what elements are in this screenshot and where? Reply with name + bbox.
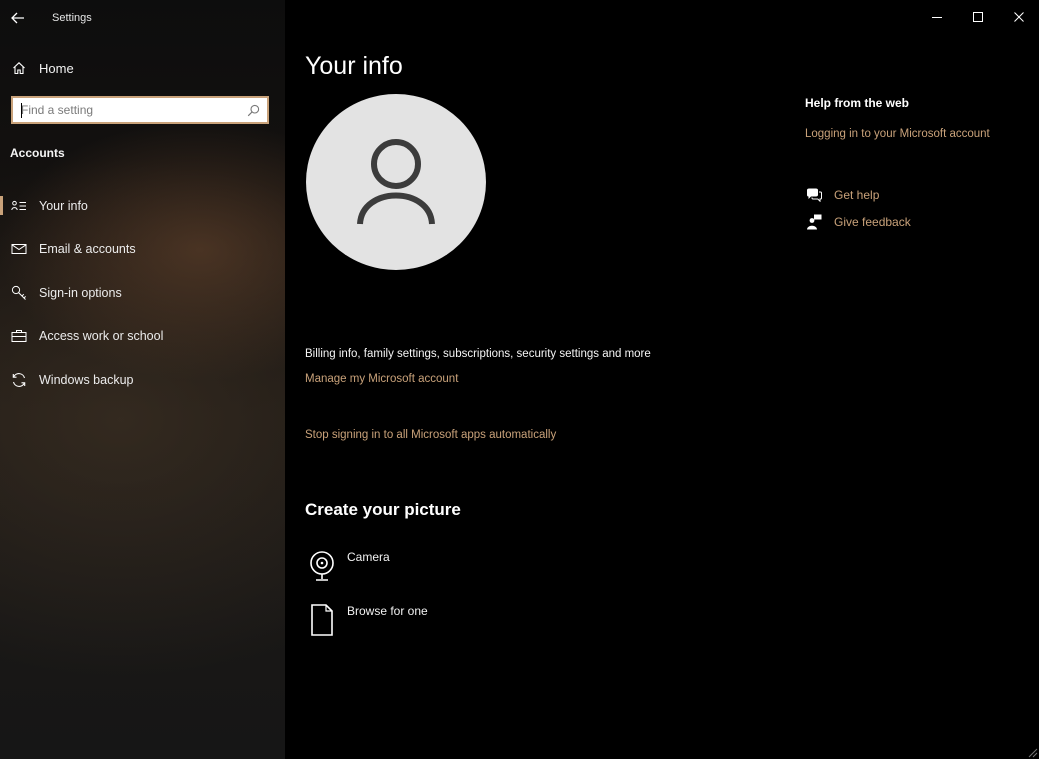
- create-picture-title: Create your picture: [305, 500, 461, 519]
- title-bar-left: Settings: [0, 0, 285, 36]
- help-web-link[interactable]: Logging in to your Microsoft account: [805, 128, 990, 140]
- sidebar-item-windows-backup[interactable]: Windows backup: [0, 358, 285, 402]
- get-help-label: Get help: [834, 188, 880, 202]
- main-content: Your info Billing info, family settings,…: [285, 0, 1039, 759]
- nav-home[interactable]: Home: [0, 54, 285, 82]
- sidebar-item-access-work-school[interactable]: Access work or school: [0, 315, 285, 359]
- maximize-button[interactable]: [957, 0, 998, 34]
- camera-label: Camera: [347, 550, 390, 564]
- avatar: [306, 94, 486, 270]
- back-button[interactable]: [0, 0, 36, 36]
- minimize-icon: [931, 17, 942, 18]
- camera-icon: [305, 548, 339, 584]
- search-icon[interactable]: [242, 99, 264, 121]
- sidebar-item-email-accounts[interactable]: Email & accounts: [0, 228, 285, 272]
- sidebar-item-label: Windows backup: [39, 372, 134, 387]
- manage-account-link[interactable]: Manage my Microsoft account: [305, 373, 458, 385]
- briefcase-icon: [10, 327, 28, 345]
- section-title-accounts: Accounts: [10, 146, 65, 160]
- sidebar-item-label: Email & accounts: [39, 242, 136, 257]
- page-title: Your info: [305, 52, 403, 80]
- text-caret: [21, 103, 22, 118]
- contact-card-icon: [10, 197, 28, 215]
- feedback-person-icon: [805, 213, 823, 231]
- user-silhouette-icon: [357, 139, 435, 225]
- billing-description: Billing info, family settings, subscript…: [305, 348, 651, 360]
- sidebar-item-label: Access work or school: [39, 329, 164, 344]
- chat-help-icon: [805, 186, 823, 204]
- search-input[interactable]: [13, 98, 242, 122]
- stop-signing-in-link[interactable]: Stop signing in to all Microsoft apps au…: [305, 429, 556, 441]
- sidebar-item-label: Your info: [39, 198, 88, 213]
- sync-icon: [10, 371, 28, 389]
- browse-option[interactable]: Browse for one: [305, 602, 428, 638]
- back-arrow-icon: [11, 12, 24, 24]
- camera-option[interactable]: Camera: [305, 548, 390, 584]
- close-button[interactable]: [998, 0, 1039, 34]
- minimize-button[interactable]: [916, 0, 957, 34]
- app-title: Settings: [52, 12, 92, 24]
- sidebar: Settings Home Accounts: [0, 0, 285, 759]
- maximize-icon: [972, 12, 983, 22]
- nav-list: Your info Email & accounts Sign-in optio…: [0, 184, 285, 402]
- search-box[interactable]: [11, 96, 269, 124]
- home-icon: [11, 60, 27, 76]
- browse-label: Browse for one: [347, 604, 428, 618]
- mail-icon: [10, 240, 28, 258]
- get-help-link[interactable]: Get help: [805, 186, 879, 204]
- resize-grip-icon[interactable]: [1026, 746, 1038, 758]
- close-icon: [1013, 12, 1024, 22]
- window-controls: [916, 0, 1039, 34]
- sidebar-item-your-info[interactable]: Your info: [0, 184, 285, 228]
- sidebar-item-sign-in-options[interactable]: Sign-in options: [0, 271, 285, 315]
- help-section-title: Help from the web: [805, 96, 910, 110]
- give-feedback-link[interactable]: Give feedback: [805, 213, 911, 231]
- file-icon: [305, 602, 339, 638]
- key-icon: [10, 284, 28, 302]
- nav-home-label: Home: [39, 60, 74, 76]
- give-feedback-label: Give feedback: [834, 215, 911, 229]
- sidebar-item-label: Sign-in options: [39, 285, 122, 300]
